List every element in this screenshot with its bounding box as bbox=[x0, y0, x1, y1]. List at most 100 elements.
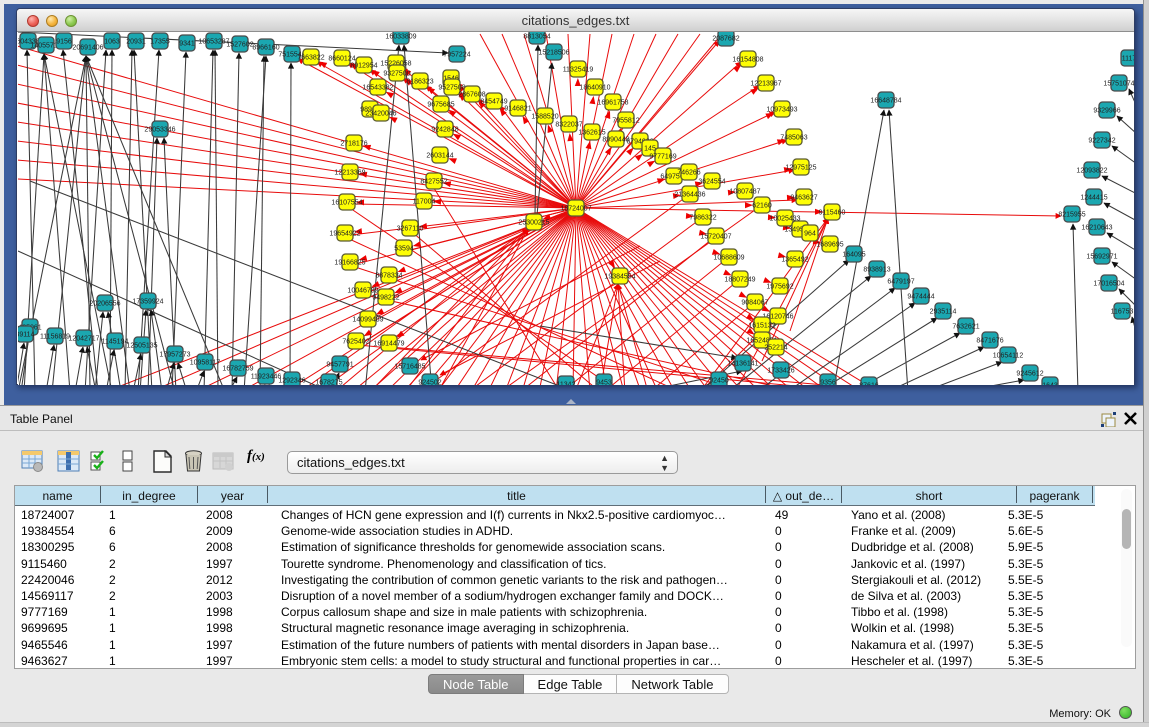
svg-text:15751074: 15751074 bbox=[1103, 81, 1134, 88]
svg-text:2087682: 2087682 bbox=[712, 36, 739, 43]
svg-text:3624554: 3624554 bbox=[698, 179, 725, 186]
svg-text:9474444: 9474444 bbox=[907, 294, 934, 301]
svg-text:8454749: 8454749 bbox=[480, 99, 507, 106]
svg-text:8427552: 8427552 bbox=[420, 179, 447, 186]
svg-text:8966160: 8966160 bbox=[252, 45, 279, 52]
svg-text:8186323: 8186323 bbox=[406, 79, 433, 86]
svg-text:964: 964 bbox=[804, 231, 816, 238]
svg-text:16543382: 16543382 bbox=[362, 85, 393, 92]
svg-text:9356: 9356 bbox=[820, 380, 836, 386]
svg-text:15716485: 15716485 bbox=[394, 364, 425, 371]
svg-text:1117: 1117 bbox=[1122, 56, 1134, 63]
svg-text:18640910: 18640910 bbox=[579, 85, 610, 92]
svg-text:7485063: 7485063 bbox=[780, 135, 807, 142]
svg-text:18807249: 18807249 bbox=[724, 277, 755, 284]
svg-text:11342: 11342 bbox=[557, 382, 576, 386]
svg-text:8813054: 8813054 bbox=[523, 34, 550, 41]
svg-text:20206556: 20206556 bbox=[89, 301, 120, 308]
svg-text:1733426: 1733426 bbox=[767, 368, 794, 375]
svg-text:164095: 164095 bbox=[842, 252, 865, 259]
svg-text:7632621: 7632621 bbox=[952, 324, 979, 331]
svg-text:2603144: 2603144 bbox=[426, 153, 453, 160]
svg-text:9527508: 9527508 bbox=[438, 85, 465, 92]
svg-text:11325419: 11325419 bbox=[563, 67, 594, 74]
svg-text:12042717: 12042717 bbox=[68, 336, 99, 343]
svg-text:87616: 87616 bbox=[859, 383, 879, 386]
svg-text:145: 145 bbox=[644, 146, 656, 153]
svg-text:25300215: 25300215 bbox=[518, 220, 549, 227]
svg-text:3267110: 3267110 bbox=[397, 226, 424, 233]
svg-text:9146821: 9146821 bbox=[504, 106, 531, 113]
svg-text:1292346: 1292346 bbox=[278, 378, 305, 385]
svg-text:9777169: 9777169 bbox=[649, 154, 676, 161]
svg-text:11156819: 11156819 bbox=[40, 334, 70, 341]
svg-text:9463627: 9463627 bbox=[790, 195, 817, 202]
svg-text:14136141: 14136141 bbox=[727, 361, 758, 368]
svg-text:29053346: 29053346 bbox=[144, 127, 175, 134]
svg-text:62160: 62160 bbox=[752, 203, 772, 210]
svg-text:924502: 924502 bbox=[418, 380, 441, 386]
svg-text:12975125: 12975125 bbox=[785, 165, 816, 172]
svg-text:12213369: 12213369 bbox=[334, 170, 365, 177]
svg-text:9156: 9156 bbox=[56, 39, 72, 46]
svg-text:16648784: 16648784 bbox=[870, 98, 901, 105]
svg-text:7957224: 7957224 bbox=[443, 52, 470, 59]
svg-text:15720407: 15720407 bbox=[700, 234, 731, 241]
svg-text:17359924: 17359924 bbox=[132, 299, 163, 306]
svg-text:7986322: 7986322 bbox=[689, 215, 716, 222]
svg-text:10807487: 10807487 bbox=[729, 189, 760, 196]
svg-text:9227342: 9227342 bbox=[1088, 138, 1115, 145]
svg-text:8322037: 8322037 bbox=[555, 122, 582, 129]
svg-text:116753: 116753 bbox=[1111, 309, 1134, 316]
svg-text:6479197: 6479197 bbox=[887, 279, 914, 286]
svg-text:19384554: 19384554 bbox=[604, 274, 635, 281]
svg-text:92450: 92450 bbox=[709, 378, 729, 385]
svg-text:1063: 1063 bbox=[104, 39, 120, 46]
svg-text:1365492: 1365492 bbox=[781, 257, 808, 264]
svg-text:9084067: 9084067 bbox=[741, 300, 768, 307]
svg-text:16210643: 16210643 bbox=[1081, 225, 1112, 232]
svg-text:1678275: 1678275 bbox=[315, 380, 342, 386]
svg-text:9675685: 9675685 bbox=[427, 102, 454, 109]
svg-text:9329966: 9329966 bbox=[1093, 108, 1120, 115]
svg-text:10654112: 10654112 bbox=[993, 353, 1024, 360]
svg-text:20691406: 20691406 bbox=[72, 45, 103, 52]
svg-text:10973493: 10973493 bbox=[766, 107, 797, 114]
svg-text:1244415: 1244415 bbox=[1080, 195, 1107, 202]
svg-text:18724007: 18724007 bbox=[560, 206, 591, 213]
svg-text:11923446: 11923446 bbox=[251, 374, 282, 381]
svg-text:16914479: 16914479 bbox=[373, 341, 404, 348]
svg-text:2935114: 2935114 bbox=[930, 309, 957, 316]
svg-text:9327500: 9327500 bbox=[383, 71, 410, 78]
svg-text:39114: 39114 bbox=[18, 332, 35, 339]
svg-text:17016504: 17016504 bbox=[1093, 281, 1124, 288]
svg-text:1527602: 1527602 bbox=[226, 42, 253, 49]
svg-text:1615132: 1615132 bbox=[748, 323, 775, 330]
svg-text:8215955: 8215955 bbox=[1058, 212, 1085, 219]
svg-text:21364436: 21364436 bbox=[674, 192, 705, 199]
svg-text:16107554: 16107554 bbox=[331, 200, 362, 207]
svg-text:16154808: 16154808 bbox=[732, 57, 763, 64]
svg-text:23420046: 23420046 bbox=[365, 111, 396, 118]
svg-text:8878334: 8878334 bbox=[375, 273, 402, 280]
svg-text:117004: 117004 bbox=[413, 199, 436, 206]
svg-text:16961758: 16961758 bbox=[597, 100, 628, 107]
svg-text:7625402: 7625402 bbox=[342, 339, 369, 346]
svg-text:10653287: 10653287 bbox=[198, 39, 229, 46]
svg-text:20931: 20931 bbox=[126, 39, 146, 46]
svg-text:19166825: 19166825 bbox=[334, 260, 365, 267]
svg-text:12505135: 12505135 bbox=[126, 343, 157, 350]
svg-text:8660124: 8660124 bbox=[328, 56, 355, 63]
svg-text:2867608: 2867608 bbox=[458, 92, 485, 99]
svg-text:9453: 9453 bbox=[596, 380, 612, 386]
svg-text:9498222: 9498222 bbox=[372, 295, 399, 302]
svg-text:8471676: 8471676 bbox=[976, 338, 1003, 345]
svg-text:9341: 9341 bbox=[179, 41, 195, 48]
svg-text:9245612: 9245612 bbox=[1016, 371, 1043, 378]
svg-text:17355: 17355 bbox=[150, 39, 170, 46]
svg-text:1145194: 1145194 bbox=[102, 339, 129, 346]
svg-text:17957273: 17957273 bbox=[159, 352, 190, 359]
svg-text:9242848: 9242848 bbox=[431, 127, 458, 134]
svg-text:9115460: 9115460 bbox=[819, 210, 846, 217]
svg-text:10958117: 10958117 bbox=[190, 360, 221, 367]
